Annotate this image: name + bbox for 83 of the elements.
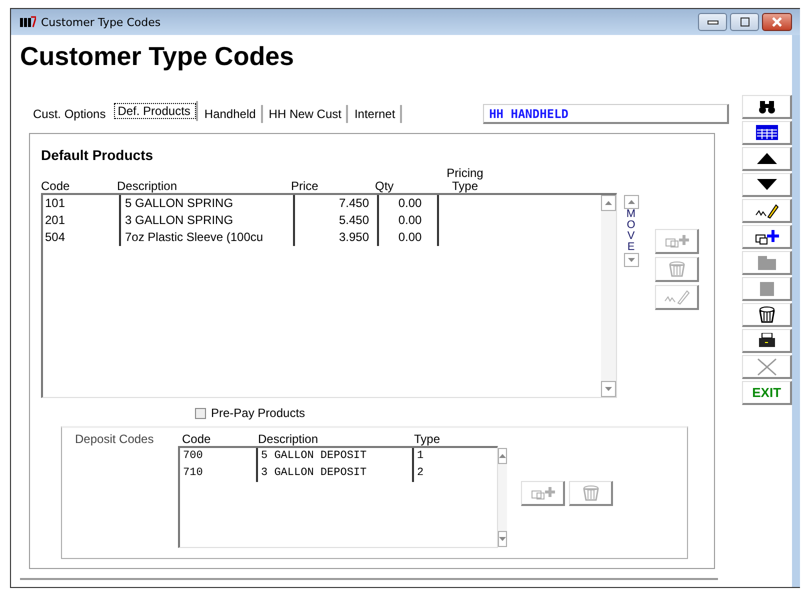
window-title: Customer Type Codes	[41, 16, 161, 28]
grid-button[interactable]	[742, 121, 792, 145]
column-header: Description	[117, 180, 178, 193]
up-triangle-icon	[756, 153, 777, 164]
table-cell: 3 GALLON SPRING	[119, 212, 293, 229]
column-header: Description	[258, 433, 320, 446]
folder-icon	[756, 254, 777, 270]
trash-icon	[758, 306, 776, 323]
table-icon	[756, 125, 778, 140]
pen-icon	[664, 289, 690, 305]
scroll-down-button[interactable]	[601, 381, 616, 397]
table-cell-text: 101	[44, 195, 66, 212]
up-arrow-icon	[499, 454, 506, 458]
delete-button[interactable]	[742, 303, 792, 327]
scroll-up-button[interactable]	[498, 448, 507, 464]
column-header: Pricing Type	[446, 167, 484, 193]
close-icon	[756, 358, 777, 376]
table-cell: 5.450	[293, 212, 377, 229]
table-cell: 3 GALLON DEPOSIT	[256, 465, 412, 482]
table-cell: 7oz Plastic Sleeve (100cu	[119, 229, 293, 246]
move-up-button[interactable]	[624, 195, 638, 209]
print-button[interactable]	[742, 329, 792, 353]
add-copy-icon	[530, 486, 554, 500]
app-logo-icon	[20, 16, 36, 28]
table-cell: 3.950	[293, 229, 377, 246]
close-button[interactable]	[762, 13, 792, 31]
scroll-down-button[interactable]	[498, 531, 507, 547]
minimize-icon	[706, 19, 718, 25]
up-arrow-icon	[628, 200, 634, 204]
table-cell-text: 504	[44, 229, 66, 246]
close-icon	[771, 17, 783, 27]
tab[interactable]: Handheld	[199, 105, 263, 123]
move-down-button[interactable]	[624, 253, 638, 267]
checkbox[interactable]	[195, 408, 206, 418]
checkbox-label: Pre-Pay Products	[211, 406, 306, 420]
table-cell: 0.00	[377, 212, 437, 229]
table-cell: 5 GALLON SPRING	[119, 195, 293, 212]
table-cell-text: 710	[182, 466, 204, 481]
pen-icon	[754, 202, 779, 218]
square-icon	[760, 282, 774, 296]
tab[interactable]: Def. Products	[112, 101, 198, 121]
exit-button[interactable]: EXIT	[742, 381, 792, 405]
tab[interactable]: HH New Cust	[264, 105, 348, 123]
section-title: Default Products	[41, 147, 154, 163]
table-cell: 5 GALLON DEPOSIT	[256, 448, 412, 465]
customer-type-field[interactable]: HH HANDHELD	[483, 104, 730, 124]
printer-icon	[758, 333, 776, 348]
tab[interactable]: Cust. Options	[28, 105, 111, 123]
add-copy-icon	[754, 228, 779, 244]
scroll-up-button[interactable]	[601, 195, 616, 211]
down-button[interactable]	[742, 173, 792, 197]
down-arrow-icon	[499, 537, 506, 541]
column-header: Code	[41, 180, 71, 193]
table-cell: 7.450	[293, 195, 377, 212]
maximize-button[interactable]	[730, 13, 759, 31]
add-copy-icon	[664, 234, 688, 248]
trash-icon	[668, 261, 686, 277]
table-cell-text: 201	[44, 212, 66, 229]
page-heading: Customer Type Codes	[20, 41, 296, 71]
tab[interactable]: Internet	[349, 105, 402, 123]
add-button[interactable]	[742, 225, 792, 249]
minimize-button[interactable]	[698, 13, 727, 31]
down-arrow-icon	[605, 387, 612, 391]
scrollbar[interactable]	[498, 448, 507, 547]
column-header: Qty	[375, 180, 395, 193]
move-label: MOVE	[626, 209, 636, 253]
down-arrow-icon	[628, 258, 634, 262]
column-header: Code	[181, 433, 212, 446]
down-triangle-icon	[756, 179, 777, 190]
scrollbar[interactable]	[601, 195, 616, 397]
edit-button[interactable]	[742, 199, 792, 223]
table-cell-text: 700	[182, 449, 204, 464]
column-header: Type	[414, 433, 442, 446]
binoculars-icon	[758, 100, 776, 114]
table-cell: 0.00	[377, 195, 437, 212]
search-button[interactable]	[742, 95, 792, 119]
column-header: Price	[291, 180, 320, 193]
up-button[interactable]	[742, 147, 792, 171]
restore-icon	[738, 17, 750, 27]
table-cell: 0.00	[377, 229, 437, 246]
trash-icon	[582, 485, 600, 501]
group-title: Deposit Codes	[74, 431, 155, 448]
up-arrow-icon	[605, 201, 612, 205]
